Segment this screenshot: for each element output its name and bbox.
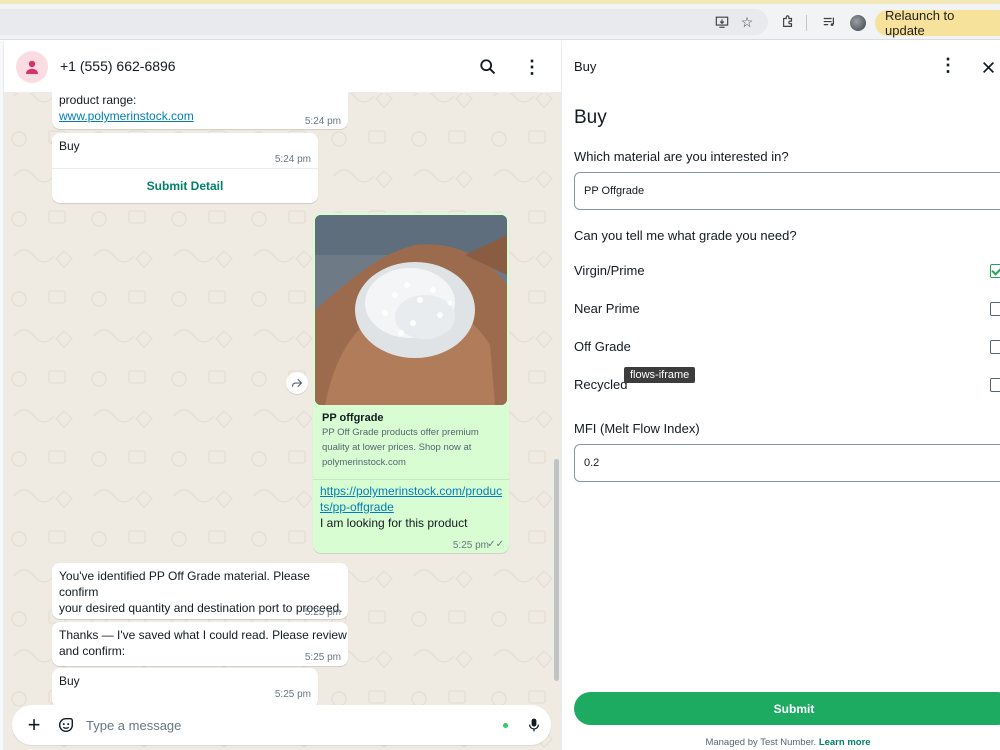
checkbox-recycled[interactable] (990, 378, 1000, 392)
iframe-tooltip: flows-iframe (624, 367, 696, 383)
website-link[interactable]: www.polymerinstock.com (59, 108, 194, 124)
option-off-grade[interactable]: Off Grade (574, 339, 631, 354)
material-input[interactable]: PP Offgrade (574, 172, 1000, 210)
outgoing-message: PP offgrade PP Off Grade products offer … (313, 213, 509, 553)
extensions-icon[interactable] (778, 12, 798, 32)
address-bar[interactable] (0, 9, 768, 35)
profile-avatar[interactable] (850, 15, 866, 31)
toolbar-separator (806, 15, 807, 31)
bookmark-star-icon[interactable]: ☆ (737, 12, 757, 32)
message-text: Thanks — I've saved what I could read. P… (59, 627, 347, 659)
product-link-line[interactable]: https://polymerinstock.com/produc (320, 483, 502, 499)
contact-name[interactable]: +1 (555) 662-6896 (60, 58, 176, 74)
product-image[interactable] (315, 215, 507, 405)
message-time: 5:25 pm (304, 607, 341, 618)
message-bubble: Thanks — I've saved what I could read. P… (52, 622, 348, 666)
submit-detail-button[interactable]: Submit Detail (52, 178, 318, 194)
chat-pane: +1 (555) 662-6896 ⋮ product range: www.p… (4, 41, 561, 750)
message-text: I am looking for this product (320, 516, 468, 530)
checkbox-virgin-prime[interactable] (990, 264, 1000, 278)
chat-menu-icon[interactable]: ⋮ (520, 55, 544, 79)
sticker-icon[interactable] (54, 713, 78, 737)
message-composer: + Type a message (12, 705, 551, 745)
checkbox-near-prime[interactable] (990, 302, 1000, 316)
search-icon[interactable] (476, 55, 500, 79)
contact-avatar[interactable] (16, 51, 48, 83)
chat-scrollbar[interactable] (554, 459, 559, 681)
message-input[interactable]: Type a message (86, 718, 181, 733)
relaunch-label: Relaunch to update (885, 8, 955, 38)
card-title: PP offgrade (322, 412, 384, 424)
card-desc-line: PP Off Grade products offer premium (322, 427, 479, 438)
message-time: 5:24 pm (304, 116, 341, 127)
message-line: You've identified PP Off Grade material.… (59, 569, 310, 599)
chat-header: +1 (555) 662-6896 ⋮ (4, 41, 561, 93)
microphone-icon[interactable] (522, 713, 546, 737)
option-virgin-prime[interactable]: Virgin/Prime (574, 263, 645, 278)
person-icon (26, 60, 38, 74)
product-link[interactable]: https://polymerinstock.com/produc ts/pp-… (320, 483, 502, 515)
product-link-line[interactable]: ts/pp-offgrade (320, 499, 502, 515)
learn-more-link[interactable]: Learn more (819, 737, 871, 748)
message-text: Buy (59, 674, 80, 688)
mfi-input[interactable]: 0.2 (574, 444, 1000, 482)
message-bubble: Buy 5:25 pm (52, 668, 318, 708)
bubble-divider (52, 168, 318, 169)
option-recycled[interactable]: Recycled (574, 377, 627, 392)
managed-text: Managed by Test Number. (705, 737, 817, 748)
status-dot (503, 723, 508, 728)
grade-question: Can you tell me what grade you need? (574, 228, 797, 243)
media-queue-icon[interactable] (819, 12, 839, 32)
message-bubble: product range: www.polymerinstock.com 5:… (52, 89, 348, 129)
pellets-in-hand-image (315, 215, 507, 405)
browser-toolbar: ☆ Relaunch to update ⋮ (0, 4, 1000, 40)
message-time: 5:25 pm (452, 540, 489, 551)
forward-icon[interactable] (286, 372, 308, 394)
relaunch-button[interactable]: Relaunch to update ⋮ (875, 8, 1000, 38)
card-divider (313, 479, 509, 480)
message-text: product range: (59, 93, 137, 107)
message-time: 5:25 pm (274, 689, 311, 700)
card-domain: polymerinstock.com (322, 457, 406, 468)
attach-plus-icon[interactable]: + (22, 712, 46, 737)
double-check-icon: ✓✓ (487, 539, 504, 550)
message-bubble: You've identified PP Off Grade material.… (52, 563, 348, 619)
managed-by-footer: Managed by Test Number. Learn more (562, 737, 1000, 748)
mfi-label: MFI (Melt Flow Index) (574, 421, 700, 436)
message-text: Buy (59, 139, 80, 153)
install-app-icon[interactable] (712, 12, 732, 32)
flow-heading: Buy (574, 107, 607, 128)
flow-panel: Buy ⋮ Buy Which material are you interes… (561, 41, 1000, 750)
close-icon[interactable] (978, 55, 998, 79)
message-bubble: Buy 5:24 pm Submit Detail (52, 133, 318, 203)
card-description: PP Off Grade products offer premium qual… (322, 425, 479, 470)
message-time: 5:24 pm (274, 154, 311, 165)
flow-header: Buy ⋮ (562, 41, 1000, 93)
card-desc-line: quality at lower prices. Shop now at (322, 442, 472, 453)
submit-button[interactable]: Submit (574, 692, 1000, 725)
message-line: Thanks — I've saved what I could read. P… (59, 628, 347, 642)
flow-menu-icon[interactable]: ⋮ (938, 55, 958, 79)
material-question: Which material are you interested in? (574, 149, 789, 164)
flow-header-title: Buy (574, 59, 597, 74)
option-near-prime[interactable]: Near Prime (574, 301, 640, 316)
message-time: 5:25 pm (304, 652, 341, 663)
checkbox-off-grade[interactable] (990, 340, 1000, 354)
message-line: and confirm: (59, 644, 126, 658)
